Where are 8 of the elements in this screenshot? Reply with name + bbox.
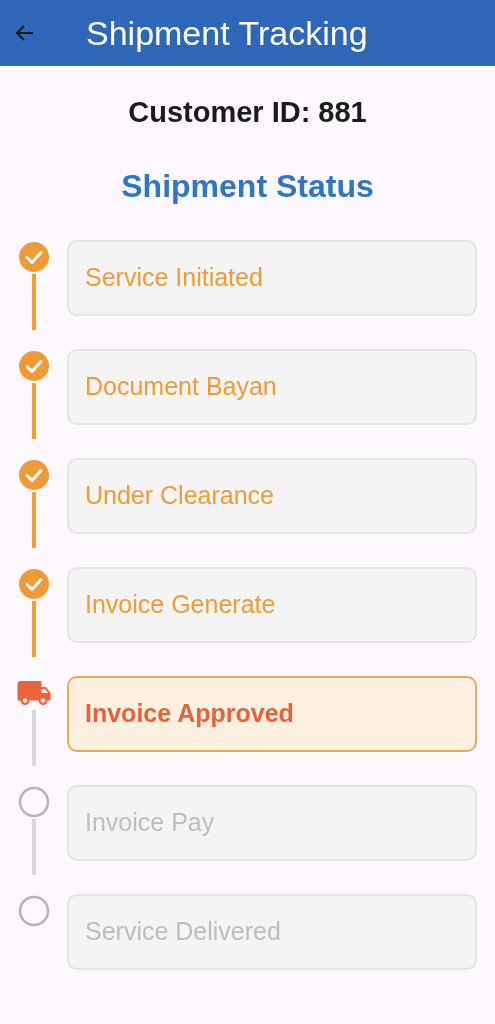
step-label: Under Clearance: [85, 480, 274, 512]
step-label: Invoice Approved: [85, 698, 294, 730]
step-label: Invoice Generate: [85, 589, 276, 621]
step-label: Document Bayan: [85, 371, 277, 403]
section-title: Shipment Status: [121, 170, 374, 202]
app-bar-title: Shipment Tracking: [86, 16, 368, 50]
step-label: Service Initiated: [85, 262, 263, 294]
customer-id: Customer ID: 881: [128, 98, 367, 127]
